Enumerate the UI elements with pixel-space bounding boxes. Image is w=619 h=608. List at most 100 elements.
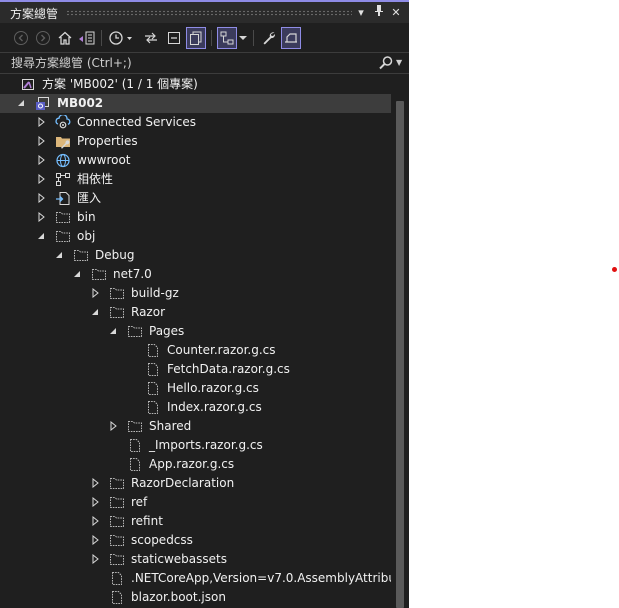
pin-icon[interactable] xyxy=(371,4,387,21)
back-icon[interactable] xyxy=(11,27,31,49)
tree-row[interactable]: net7.0 xyxy=(0,265,391,284)
folder-outline-icon xyxy=(109,495,125,510)
marker-dot xyxy=(612,267,617,272)
tree-item-label: Razor xyxy=(131,305,166,319)
preview-dropdown-icon[interactable] xyxy=(237,27,249,49)
file-outline-icon xyxy=(127,457,143,472)
search-options-dropdown-icon[interactable]: ▼ xyxy=(396,58,402,67)
collapsed-arrow-icon[interactable] xyxy=(36,173,46,185)
forward-icon[interactable] xyxy=(33,27,53,49)
vertical-scrollbar[interactable] xyxy=(391,95,409,608)
file-outline-icon xyxy=(145,343,161,358)
search-input[interactable] xyxy=(0,53,370,73)
tree-item-label: bin xyxy=(77,210,96,224)
tree-item-label: Debug xyxy=(95,248,135,262)
tree-row[interactable]: Shared xyxy=(0,417,391,436)
tree-row[interactable]: Hello.razor.g.cs xyxy=(0,379,391,398)
collapse-all-icon[interactable] xyxy=(164,27,184,49)
expanded-arrow-icon[interactable] xyxy=(108,325,118,337)
tree-item-label: ref xyxy=(131,495,148,509)
tree-row[interactable]: ref xyxy=(0,493,391,512)
search-icon[interactable] xyxy=(378,55,396,71)
show-all-files-icon[interactable] xyxy=(186,27,206,49)
tree-row[interactable]: Pages xyxy=(0,322,391,341)
scrollbar-thumb[interactable] xyxy=(396,101,404,608)
tree-item-label: .NETCoreApp,Version=v7.0.AssemblyAttribu… xyxy=(131,571,391,585)
tree-row[interactable]: 相依性 xyxy=(0,170,391,189)
tree-row[interactable]: Razor xyxy=(0,303,391,322)
tree-row[interactable]: Properties xyxy=(0,132,391,151)
tree-row[interactable]: 方案 'MB002' (1 / 1 個專案) xyxy=(0,75,391,94)
collapsed-arrow-icon[interactable] xyxy=(36,135,46,147)
solution-icon xyxy=(20,77,36,92)
expanded-arrow-icon[interactable] xyxy=(16,97,26,109)
tree-item-label: MB002 xyxy=(57,96,104,110)
drag-grip[interactable] xyxy=(66,10,352,16)
tree-item-label: Index.razor.g.cs xyxy=(167,400,262,414)
expanded-arrow-icon[interactable] xyxy=(54,249,64,261)
tree-row[interactable]: MB002 xyxy=(0,94,391,113)
sync-active-document-icon[interactable] xyxy=(141,27,161,49)
tree-row[interactable]: Counter.razor.g.cs xyxy=(0,341,391,360)
properties-wrench-icon[interactable] xyxy=(259,27,279,49)
folder-outline-icon xyxy=(127,419,143,434)
solution-tree: 方案 'MB002' (1 / 1 個專案) MB002 Connected Ser… xyxy=(0,74,391,608)
tree-item-label: scopedcss xyxy=(131,533,193,547)
tree-row[interactable]: Connected Services xyxy=(0,113,391,132)
tree-row[interactable]: staticwebassets xyxy=(0,550,391,569)
tree-row[interactable]: blazor.boot.json xyxy=(0,588,391,607)
tree-row[interactable]: App.razor.g.cs xyxy=(0,455,391,474)
tree-item-label: App.razor.g.cs xyxy=(149,457,235,471)
connected-services-icon xyxy=(55,115,71,130)
collapsed-arrow-icon[interactable] xyxy=(108,420,118,432)
switch-views-icon[interactable] xyxy=(77,27,97,49)
solution-explorer-panel: 方案總管 ▾ ✕ 搜尋方案總管 (Ctrl+;) ▼ 方案 'MB002' (1… xyxy=(0,0,409,608)
tree-row[interactable]: 匯入 xyxy=(0,189,391,208)
panel-title-bar[interactable]: 方案總管 ▾ ✕ xyxy=(0,0,409,23)
window-position-dropdown-icon[interactable]: ▾ xyxy=(353,4,369,21)
tree-item-label: blazor.boot.json xyxy=(131,590,226,604)
tree-row[interactable]: bin xyxy=(0,208,391,227)
tree-row[interactable]: build-gz xyxy=(0,284,391,303)
tree-row[interactable]: wwwroot xyxy=(0,151,391,170)
tree-item-label: FetchData.razor.g.cs xyxy=(167,362,290,376)
folder-outline-icon xyxy=(55,229,71,244)
tree-row[interactable]: RazorDeclaration xyxy=(0,474,391,493)
tree-item-label: Shared xyxy=(149,419,192,433)
tree-row[interactable]: Index.razor.g.cs xyxy=(0,398,391,417)
blazor-project-icon xyxy=(35,96,51,111)
tree-item-label: 匯入 xyxy=(77,191,102,205)
file-outline-icon xyxy=(145,381,161,396)
collapsed-arrow-icon[interactable] xyxy=(36,116,46,128)
collapsed-arrow-icon[interactable] xyxy=(90,477,100,489)
tree-row[interactable]: scopedcss xyxy=(0,531,391,550)
close-icon[interactable]: ✕ xyxy=(388,4,404,21)
properties-folder-icon xyxy=(55,134,71,149)
collapsed-arrow-icon[interactable] xyxy=(90,553,100,565)
collapsed-arrow-icon[interactable] xyxy=(90,534,100,546)
expanded-arrow-icon[interactable] xyxy=(36,230,46,242)
collapsed-arrow-icon[interactable] xyxy=(90,287,100,299)
tree-item-label: wwwroot xyxy=(77,153,131,167)
collapsed-arrow-icon[interactable] xyxy=(36,211,46,223)
tree-row[interactable]: FetchData.razor.g.cs xyxy=(0,360,391,379)
expanded-arrow-icon[interactable] xyxy=(90,306,100,318)
tree-item-label: RazorDeclaration xyxy=(131,476,235,490)
tree-row[interactable]: .NETCoreApp,Version=v7.0.AssemblyAttribu… xyxy=(0,569,391,588)
preview-selected-items-icon[interactable] xyxy=(217,27,237,49)
collapsed-arrow-icon[interactable] xyxy=(90,515,100,527)
file-outline-icon xyxy=(109,590,125,605)
tree-row[interactable]: obj xyxy=(0,227,391,246)
tree-row[interactable]: _Imports.razor.g.cs xyxy=(0,436,391,455)
preview-toggle-icon[interactable] xyxy=(281,27,301,49)
toolbar-separator xyxy=(101,30,102,46)
home-icon[interactable] xyxy=(55,27,75,49)
tree-row[interactable]: Debug xyxy=(0,246,391,265)
tree-item-label: Connected Services xyxy=(77,115,197,129)
expanded-arrow-icon[interactable] xyxy=(72,268,82,280)
pending-changes-filter-icon[interactable] xyxy=(107,27,135,49)
collapsed-arrow-icon[interactable] xyxy=(36,154,46,166)
collapsed-arrow-icon[interactable] xyxy=(36,192,46,204)
collapsed-arrow-icon[interactable] xyxy=(90,496,100,508)
tree-row[interactable]: refint xyxy=(0,512,391,531)
